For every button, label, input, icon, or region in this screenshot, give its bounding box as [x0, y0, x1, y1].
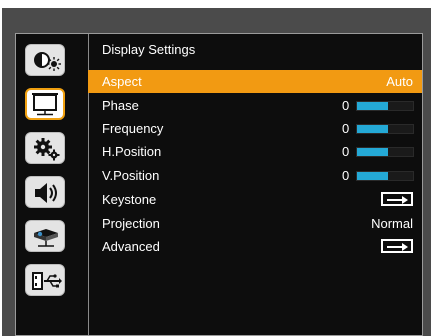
menu-item-label: Keystone: [102, 192, 157, 207]
speaker-volume-icon: [35, 183, 57, 203]
tab-setup[interactable]: [25, 132, 65, 164]
projector-icon: [34, 229, 58, 247]
display-screen-icon: [32, 93, 58, 116]
h-position-slider[interactable]: [356, 147, 414, 157]
frequency-value: 0: [342, 121, 350, 136]
tab-volume[interactable]: [25, 176, 65, 208]
usb-icon: [32, 272, 62, 290]
menu-item-aspect[interactable]: Aspect Auto: [88, 70, 422, 93]
menu-item-h-position[interactable]: H.Position 0: [88, 140, 422, 163]
menu-item-keystone[interactable]: Keystone: [88, 188, 422, 211]
menu-item-advanced[interactable]: Advanced: [88, 235, 422, 258]
menu-item-label: Phase: [102, 98, 139, 113]
menu-item-label: Advanced: [102, 239, 160, 254]
menu-item-projection[interactable]: Projection Normal: [88, 212, 422, 235]
contrast-brightness-icon: [34, 52, 61, 71]
gears-settings-icon: [34, 138, 60, 161]
menu-item-label: Projection: [102, 216, 160, 231]
projection-value: Normal: [371, 216, 413, 231]
aspect-value: Auto: [386, 74, 413, 89]
phase-value: 0: [342, 98, 350, 113]
slider-fill: [357, 172, 388, 180]
v-position-slider[interactable]: [356, 171, 414, 181]
frequency-slider[interactable]: [356, 124, 414, 134]
slider-fill: [357, 148, 388, 156]
tab-image-settings[interactable]: [25, 44, 65, 76]
v-position-value: 0: [342, 168, 350, 183]
osd-menu-panel: Display Settings Aspect Auto Phase 0 Fre…: [15, 33, 423, 336]
tab-display-settings[interactable]: [25, 88, 65, 120]
phase-slider[interactable]: [356, 101, 414, 111]
menu-item-frequency[interactable]: Frequency 0: [88, 117, 422, 140]
menu-item-label: H.Position: [102, 144, 162, 159]
enter-arrow-icon[interactable]: [381, 192, 413, 206]
menu-title: Display Settings: [102, 42, 196, 57]
tab-options[interactable]: [25, 220, 65, 252]
enter-arrow-icon[interactable]: [381, 239, 413, 253]
tab-usb[interactable]: [25, 264, 65, 296]
slider-fill: [357, 102, 388, 110]
slider-fill: [357, 125, 388, 133]
menu-item-phase[interactable]: Phase 0: [88, 94, 422, 117]
osd-frame: Display Settings Aspect Auto Phase 0 Fre…: [2, 8, 431, 336]
menu-item-label: V.Position: [102, 168, 160, 183]
h-position-value: 0: [342, 144, 350, 159]
menu-item-label: Frequency: [102, 121, 164, 136]
sidebar: [16, 34, 89, 335]
menu-item-v-position[interactable]: V.Position 0: [88, 164, 422, 187]
menu-item-label: Aspect: [102, 74, 142, 89]
